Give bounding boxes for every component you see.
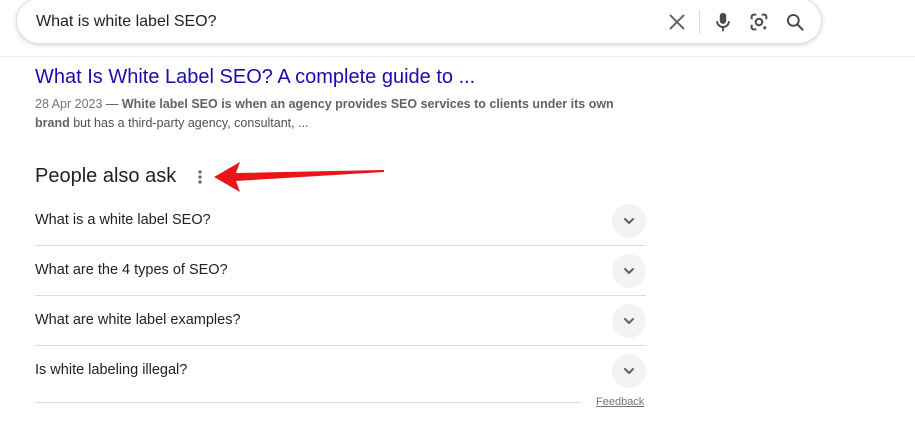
paa-question-text: What are the 4 types of SEO? [35,262,228,278]
chevron-down-icon[interactable] [612,304,646,338]
people-also-ask-heading: People also ask [35,165,177,187]
search-input[interactable] [36,11,656,33]
chevron-down-icon[interactable] [612,354,646,388]
feedback-divider [35,402,581,403]
paa-question[interactable]: What are the 4 types of SEO? [35,246,646,296]
red-arrow-annotation [214,162,384,192]
chevron-down-icon[interactable] [612,254,646,288]
people-also-ask-list: What is a white label SEO? What are the … [35,196,646,395]
microphone-icon[interactable] [711,10,735,34]
result-title-link[interactable]: What Is White Label SEO? A complete guid… [35,66,475,89]
paa-question[interactable]: What is a white label SEO? [35,196,646,246]
feedback-link[interactable]: Feedback [596,396,644,408]
result-cited-source-partial [35,46,285,50]
result-date-separator: — [102,97,122,111]
header-divider [0,56,915,57]
more-vert-icon[interactable] [190,166,210,188]
google-lens-icon[interactable] [747,10,771,34]
search-icon[interactable] [783,10,807,34]
result-date: 28 Apr 2023 [35,97,103,111]
paa-question-text: What are white label examples? [35,312,241,328]
chevron-down-icon[interactable] [612,204,646,238]
paa-question[interactable]: Is white labeling illegal? [35,346,646,395]
search-bar[interactable] [16,0,822,44]
paa-question-text: What is a white label SEO? [35,212,211,228]
result-snippet-text: but has a third-party agency, consultant… [69,116,309,130]
search-bar-divider [699,10,700,34]
close-icon[interactable] [665,10,689,34]
result-snippet: 28 Apr 2023 — White label SEO is when an… [35,95,647,133]
paa-question[interactable]: What are white label examples? [35,296,646,346]
search-results-page: What Is White Label SEO? A complete guid… [0,0,915,425]
paa-question-text: Is white labeling illegal? [35,362,188,378]
